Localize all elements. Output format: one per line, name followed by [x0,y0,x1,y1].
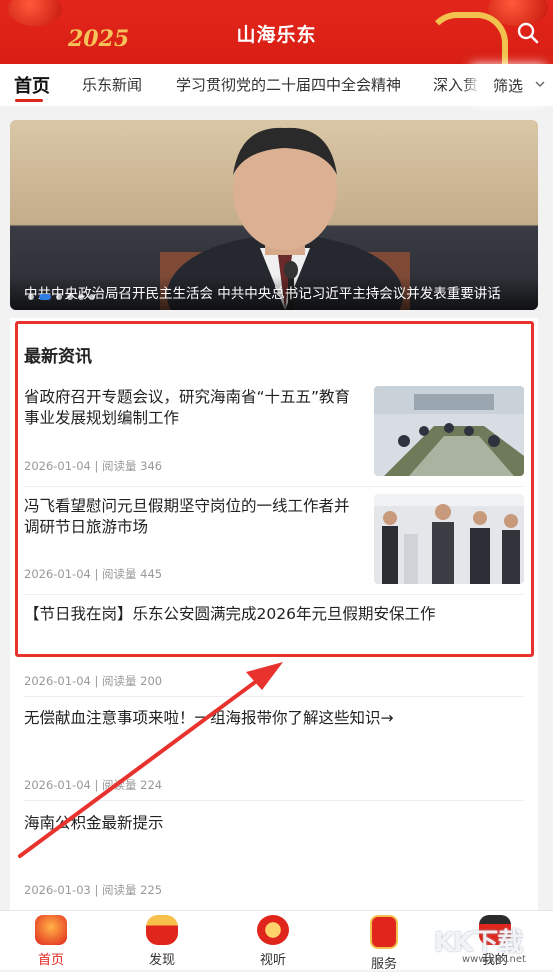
search-icon[interactable] [515,20,541,46]
tab-home[interactable]: 首页 [14,72,50,98]
lion-dance-icon [257,915,289,945]
nav-home-label: 首页 [37,953,64,968]
chevron-down-icon [535,81,545,87]
watermark: KK下载 www.kkx.net [430,916,552,966]
drum-icon [146,915,178,945]
news-title[interactable]: 海南公积金最新提示 [24,813,524,834]
banner-caption-bar: 中共中央政治局召开民主生活会 中共中央总书记习近平主持会议并发表重要讲话 [10,276,538,310]
home-drum-icon [35,915,67,945]
nav-services-label: 服务 [370,957,397,972]
carousel-indicator [28,294,95,300]
carousel-dot [67,294,73,300]
app-title: 山海乐东 [236,24,317,46]
channel-tabs: 首页 乐东新闻 学习贯彻党的二十届四中全会精神 深入贯 筛选 [0,64,553,106]
nav-home[interactable]: 首页 [21,915,81,968]
carousel-dot [89,294,95,300]
list-divider [24,800,524,801]
list-divider [24,696,524,697]
nav-media-label: 视听 [259,953,286,968]
headline-banner[interactable]: 中共中央政治局召开民主生活会 中共中央总书记习近平主持会议并发表重要讲话 [10,120,538,310]
annotation-highlight-box [15,321,534,657]
carousel-dot [28,294,34,300]
news-meta: 2026-01-03 | 阅读量 225 [24,883,163,897]
active-tab-indicator [15,99,43,102]
carousel-dot [78,294,84,300]
app-header: 2025 山海乐东 [0,0,553,64]
news-meta: 2026-01-04 | 阅读量 200 [24,674,163,688]
filter-label: 筛选 [493,77,524,95]
tab-deep-dive[interactable]: 深入贯 [433,74,478,95]
news-title[interactable]: 无偿献血注意事项来啦！一组海报带你了解这些知识→ [24,708,524,729]
tab-study-plenary[interactable]: 学习贯彻党的二十届四中全会精神 [176,74,401,95]
news-meta: 2026-01-04 | 阅读量 224 [24,778,163,792]
nav-discover[interactable]: 发现 [132,915,192,968]
watermark-site: www.kkx.net [462,954,526,965]
tab-ledong-news[interactable]: 乐东新闻 [82,74,142,95]
banner-caption: 中共中央政治局召开民主生活会 中共中央总书记习近平主持会议并发表重要讲话 [24,286,501,302]
nav-services[interactable]: 服务 [354,915,414,972]
carousel-dot [56,294,62,300]
nav-media[interactable]: 视听 [243,915,303,968]
carousel-dot-active [39,294,51,300]
filter-button[interactable]: 筛选 [479,64,553,106]
nav-discover-label: 发现 [148,953,175,968]
fu-lantern-icon [370,915,398,949]
